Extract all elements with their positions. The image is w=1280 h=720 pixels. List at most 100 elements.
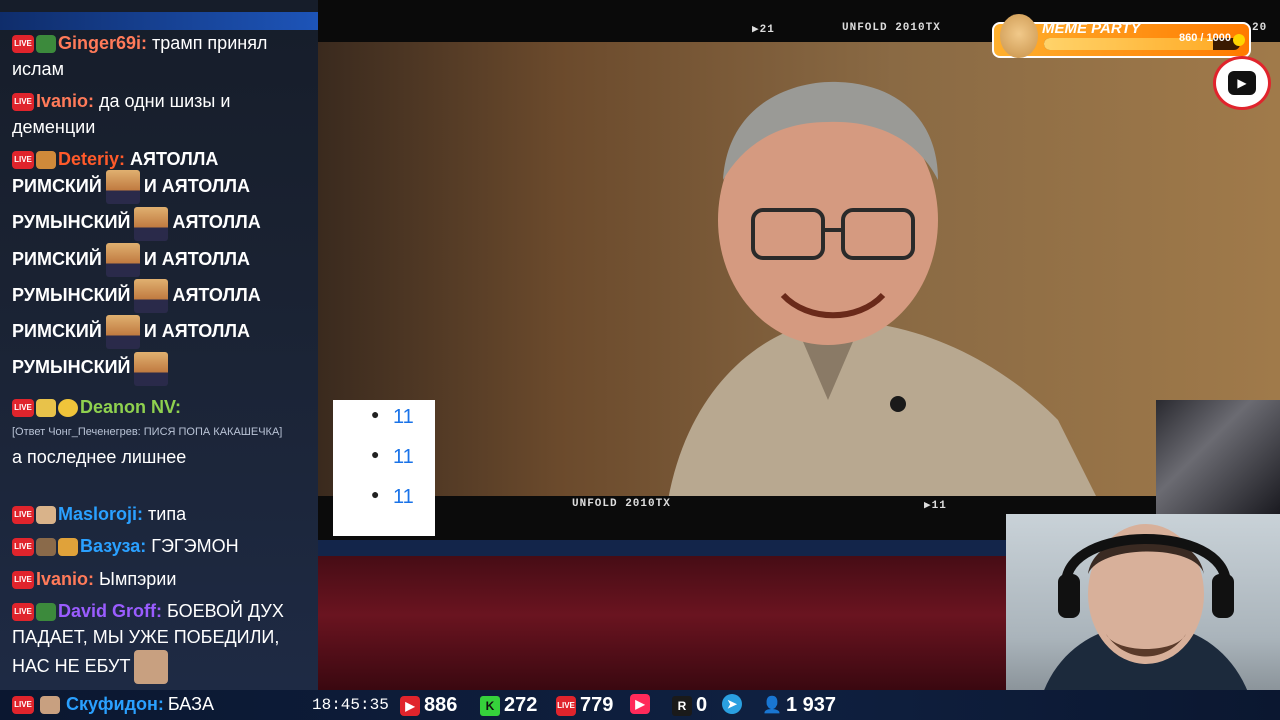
- telegram-counter: ➤: [722, 694, 742, 714]
- caps-word: И АЯТОЛЛА: [143, 176, 251, 196]
- chat-username[interactable]: Deanon NV:: [80, 397, 181, 417]
- kick-counter: K 272: [480, 694, 537, 717]
- caps-word: РИМСКИЙ: [12, 248, 102, 269]
- emote-icon: [58, 538, 78, 557]
- scene-bottom-tag-title: UNFOLD 2010TX: [572, 498, 671, 510]
- doge-icon: [1000, 14, 1038, 58]
- list-item-text: 11: [393, 406, 414, 428]
- scene-tag-title: UNFOLD 2010TX: [842, 22, 941, 34]
- live-badge-icon: LIVE: [12, 506, 34, 525]
- chat-text: типа: [148, 504, 187, 524]
- caps-line: РИМСКИЙ И АЯТОЛЛА: [12, 313, 308, 350]
- chat-username[interactable]: Ginger69i:: [58, 33, 147, 53]
- live-badge-icon: LIVE: [12, 695, 34, 714]
- viewers-counter: 👤 1 937: [762, 694, 836, 717]
- chat-text: ГЭГЭМОН: [151, 536, 239, 556]
- chat-username[interactable]: Скуфидон:: [66, 694, 164, 715]
- emote-icon: [40, 695, 60, 714]
- chat-caps-block: РИМСКИЙ И АЯТОЛЛА РУМЫНСКИЙ АЯТОЛЛА РИМСКИ…: [12, 168, 308, 386]
- scene-bottom-tag-right: ▶11: [924, 500, 947, 512]
- chat-message: LIVE Скуфидон: БАЗА: [12, 694, 214, 715]
- youtube-count: 886: [424, 694, 458, 716]
- main-video: ▶21 UNFOLD 2010TX 20 UNFOLD 2010TX ▶11: [318, 0, 1280, 540]
- bullet-icon: ●: [371, 486, 380, 502]
- chat-panel: LIVE Ginger69i: трамп принял ислам LIVE Iv…: [0, 0, 318, 690]
- caps-word: И АЯТОЛЛА: [143, 248, 251, 269]
- meme-party-count: 860 / 1000: [1179, 32, 1231, 44]
- list-item: ● 11: [371, 446, 414, 469]
- chat-message: LIVE Ivanio: да одни шизы и деменции: [12, 88, 308, 140]
- meme-party-title: MEME PARTY: [1042, 20, 1141, 37]
- trump-emote-icon: [134, 206, 169, 241]
- list-item-text: 11: [393, 446, 414, 468]
- vk-counter: LIVE 779: [556, 694, 613, 717]
- caps-word: АЯТОЛЛА: [172, 284, 261, 305]
- caps-word: АЯТОЛЛА: [172, 212, 261, 233]
- trump-emote-icon: [134, 279, 169, 313]
- bullet-icon: ●: [371, 406, 380, 422]
- trump-emote-icon: [134, 351, 169, 386]
- chat-username[interactable]: Deteriy:: [58, 149, 125, 169]
- scene-tag-left: ▶21: [752, 24, 775, 36]
- chat-text: БАЗА: [167, 694, 214, 714]
- chat-text: АЯТОЛЛА: [130, 149, 219, 169]
- clock: 18:45:35: [312, 696, 389, 714]
- chat-text: Ымпэрии: [99, 569, 177, 589]
- list-overlay: ● 11 ● 11 ● 11: [333, 400, 435, 536]
- meme-party-widget: MEME PARTY 860 / 1000: [992, 14, 1251, 58]
- chat-username[interactable]: Masloroji:: [58, 504, 143, 524]
- caps-line: РУМЫНСКИЙ: [12, 349, 308, 386]
- caps-line: РИМСКИЙ И АЯТОЛЛА: [12, 241, 308, 277]
- live-badge-icon: LIVE: [12, 93, 34, 112]
- chat-message: LIVE Ginger69i: трамп принял ислам: [12, 30, 308, 82]
- emote-icon: [36, 506, 56, 525]
- emote-icon: [36, 603, 56, 622]
- vk-live-icon: LIVE: [556, 695, 576, 716]
- chat-username[interactable]: David Groff:: [58, 601, 162, 621]
- list-item-text: 11: [393, 486, 414, 508]
- list-item: ● 11: [371, 406, 414, 429]
- coin-icon: [1233, 34, 1245, 46]
- lower-band-strip: [318, 540, 1008, 556]
- video-counter: ▶: [630, 694, 650, 714]
- trump-emote-icon: [105, 242, 140, 277]
- caps-line: РУМЫНСКИЙ АЯТОЛЛА: [12, 204, 308, 241]
- chat-reply-quote: [Ответ Чонг_Печенегрев: ПИСЯ ПОПА КАКАШЕ…: [12, 426, 283, 438]
- chat-message: LIVE Deanon NV: [Ответ Чонг_Печенегрев: П…: [12, 394, 308, 470]
- trophy-emote-icon: [36, 399, 56, 418]
- rutube-icon: R: [672, 695, 692, 716]
- kick-icon: K: [480, 695, 500, 716]
- video-icon: ▶: [630, 694, 650, 714]
- chat-message: LIVE Вазуза: ГЭГЭМОН: [12, 533, 308, 559]
- telegram-icon: ➤: [722, 694, 742, 714]
- record-button[interactable]: ▶: [1213, 56, 1271, 110]
- live-badge-icon: LIVE: [12, 571, 34, 590]
- chat-message: LIVE David Groff: БОЕВОЙ ДУХ ПАДАЕТ, МЫ У…: [12, 598, 308, 684]
- live-badge-icon: LIVE: [12, 399, 34, 418]
- play-icon: ▶: [1228, 71, 1256, 95]
- secondary-video-thumbnail: [1156, 400, 1280, 514]
- chat-username[interactable]: Ivanio:: [36, 91, 94, 111]
- kick-count: 272: [504, 694, 538, 716]
- vk-count: 779: [580, 694, 614, 716]
- list-item: ● 11: [371, 486, 414, 509]
- caps-word: РУМЫНСКИЙ: [12, 212, 131, 233]
- emote-icon: [36, 35, 56, 54]
- scene-tag-right: 20: [1252, 22, 1268, 34]
- face-emote-icon: [134, 650, 169, 684]
- chat-message: LIVE Ivanio: Ымпэрии: [12, 566, 308, 592]
- chat-username[interactable]: Вазуза:: [80, 536, 146, 556]
- guest-speaker-video: [668, 81, 1098, 500]
- caps-line: РИМСКИЙ И АЯТОЛЛА: [12, 168, 308, 205]
- live-badge-icon: LIVE: [12, 35, 34, 54]
- emote-icon: [36, 538, 56, 557]
- rutube-count: 0: [696, 694, 708, 716]
- emoji-icon: [58, 399, 78, 418]
- live-badge-icon: LIVE: [12, 538, 34, 557]
- status-bar: LIVE Скуфидон: БАЗА ▶ 886 K 272 LIVE 779 ▶ R0…: [0, 690, 1280, 720]
- chat-message: LIVE Masloroji: типа: [12, 501, 308, 527]
- chat-username[interactable]: Ivanio:: [36, 569, 94, 589]
- youtube-counter: ▶ 886: [400, 694, 457, 717]
- chat-top-strip: [0, 12, 318, 30]
- trump-emote-icon: [105, 315, 140, 350]
